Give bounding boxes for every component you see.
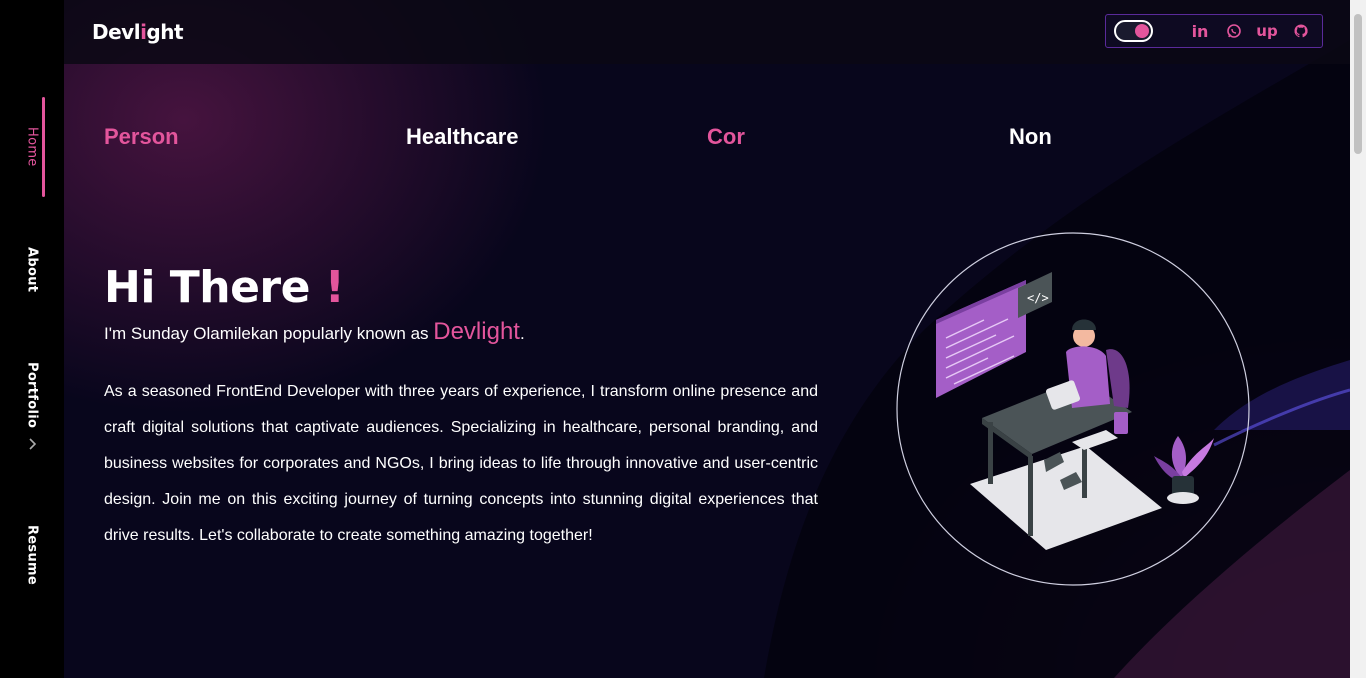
intro-suffix: .	[519, 324, 525, 343]
whatsapp-icon[interactable]	[1224, 21, 1244, 41]
main-content: Devlight in up Person Healthcare Cor Non…	[64, 0, 1350, 678]
chevron-right-icon[interactable]	[0, 436, 64, 452]
nav-about-label: About	[24, 247, 40, 293]
nav-portfolio-label: Portfolio	[24, 361, 40, 429]
nav-about[interactable]: About	[0, 240, 64, 300]
tab-person-label: Person	[104, 124, 179, 149]
linkedin-icon[interactable]: in	[1190, 21, 1210, 41]
intro-name: Devlight	[433, 318, 520, 345]
tab-person[interactable]: Person	[104, 124, 179, 150]
tab-corporate[interactable]: Cor	[707, 124, 745, 150]
theme-toggle[interactable]	[1114, 20, 1153, 42]
hero-greeting: Hi There	[104, 262, 310, 313]
linkedin-glyph: in	[1191, 21, 1209, 41]
vertical-scrollbar[interactable]	[1350, 0, 1366, 678]
github-icon[interactable]	[1291, 21, 1311, 41]
nav-home[interactable]: Home	[0, 97, 64, 197]
tab-nonprofit[interactable]: Non	[1009, 124, 1052, 150]
site-logo[interactable]: Devlight	[92, 20, 184, 44]
scrollbar-thumb[interactable]	[1354, 14, 1362, 154]
svg-text:</>: </>	[1027, 291, 1049, 305]
nav-portfolio[interactable]: Portfolio	[0, 360, 64, 430]
top-bar: Devlight in up	[64, 0, 1350, 64]
developer-illustration: </>	[896, 232, 1250, 586]
hero-heading: Hi There !	[104, 262, 345, 313]
logo-text-suffix: ght	[146, 20, 184, 44]
tab-corporate-label: Cor	[707, 124, 745, 149]
hero-exclamation: !	[324, 262, 345, 313]
logo-text-prefix: Devl	[92, 20, 141, 44]
about-paragraph: As a seasoned FrontEnd Developer with th…	[104, 383, 818, 544]
tab-nonprofit-label: Non	[1009, 124, 1052, 149]
toggle-knob	[1135, 24, 1149, 38]
hero-intro: I'm Sunday Olamilekan popularly known as…	[104, 318, 525, 346]
upwork-glyph: up	[1256, 22, 1278, 40]
intro-prefix: I'm Sunday Olamilekan popularly known as	[104, 324, 434, 343]
nav-home-label: Home	[24, 127, 40, 167]
nav-resume[interactable]: Resume	[0, 520, 64, 590]
upwork-icon[interactable]: up	[1256, 21, 1278, 41]
side-navigation: Home About Portfolio Resume	[0, 0, 64, 678]
social-links: in up	[1105, 14, 1323, 48]
nav-resume-label: Resume	[24, 525, 40, 585]
tab-healthcare[interactable]: Healthcare	[406, 124, 519, 150]
tab-healthcare-label: Healthcare	[406, 124, 519, 149]
